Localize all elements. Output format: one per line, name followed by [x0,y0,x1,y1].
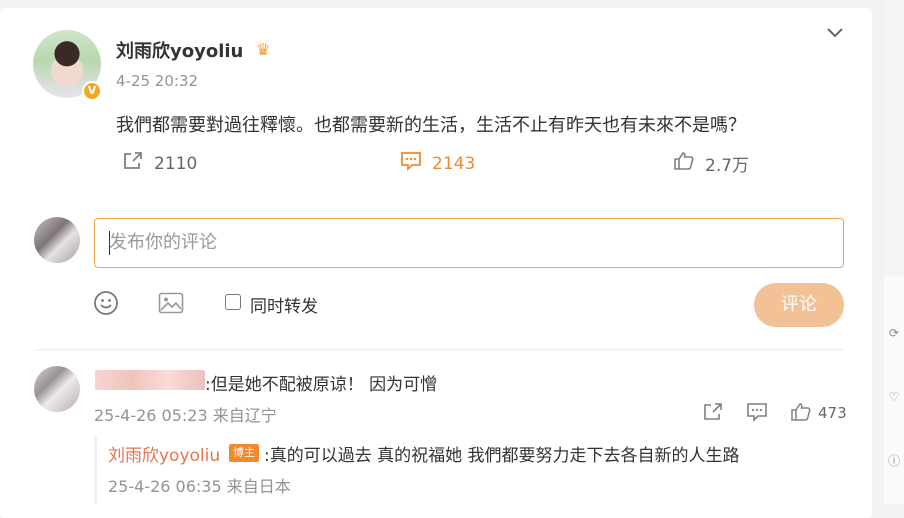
thumbs-up-icon[interactable] [790,402,812,427]
author-name[interactable]: 刘雨欣yoyoliu [116,37,243,63]
verified-badge: V [82,81,102,101]
repost-label[interactable]: 同时转发 [250,292,318,317]
my-avatar[interactable] [34,217,80,263]
right-sidebar [884,0,904,504]
comment-input[interactable]: 发布你的评论 [94,218,844,268]
repost-count: 2110 [154,153,198,174]
like-count: 2.7万 [705,156,750,176]
reply-text: :真的可以過去 真的祝福她 我們都要努力走下去各自新的人生路 [264,446,740,466]
divider [34,349,844,350]
comment-like-count: 473 [818,404,847,422]
smiley-icon[interactable] [93,290,119,322]
like-button[interactable]: 2.7万 [673,151,749,176]
refresh-icon[interactable]: ⟳ [885,326,903,340]
thumbs-up-icon [673,151,695,176]
post-text: 我們都需要對過往釋懷。也都需要新的生活，生活不止有昨天也有未來不是嗎？ [116,115,746,136]
reply-meta: 25-4-26 06:35 来自日本 [108,477,291,496]
chevron-down-icon[interactable] [826,24,844,43]
comment-text: :但是她不配被原谅！ 因为可憎 [205,375,438,395]
reply-thread [94,436,97,504]
commenter-name-blurred[interactable] [95,370,205,390]
submit-comment-button[interactable]: 评论 [754,283,844,327]
comment-button[interactable]: 2143 [400,151,475,176]
comment-count: 2143 [432,153,476,174]
commenter-avatar[interactable] [34,366,80,412]
text-caret [109,231,110,255]
image-icon[interactable] [158,292,184,314]
comment-meta: 25-4-26 05:23 来自辽宁 [94,406,277,425]
vip-crown-icon: ♛ [256,40,271,59]
info-icon[interactable]: ⓘ [885,452,903,469]
post-time[interactable]: 4-25 20:32 [116,72,198,90]
heart-icon[interactable]: ♡ [885,390,903,404]
repost-button[interactable]: 2110 [122,151,197,176]
repost-checkbox[interactable] [225,294,241,310]
author-badge: 博主 [229,444,259,462]
reply-author[interactable]: 刘雨欣yoyoliu [108,441,220,466]
comment-bubble-icon [400,151,422,176]
comment-bubble-icon[interactable] [746,402,768,427]
share-arrow-icon[interactable] [702,402,724,427]
share-arrow-icon [122,151,144,176]
